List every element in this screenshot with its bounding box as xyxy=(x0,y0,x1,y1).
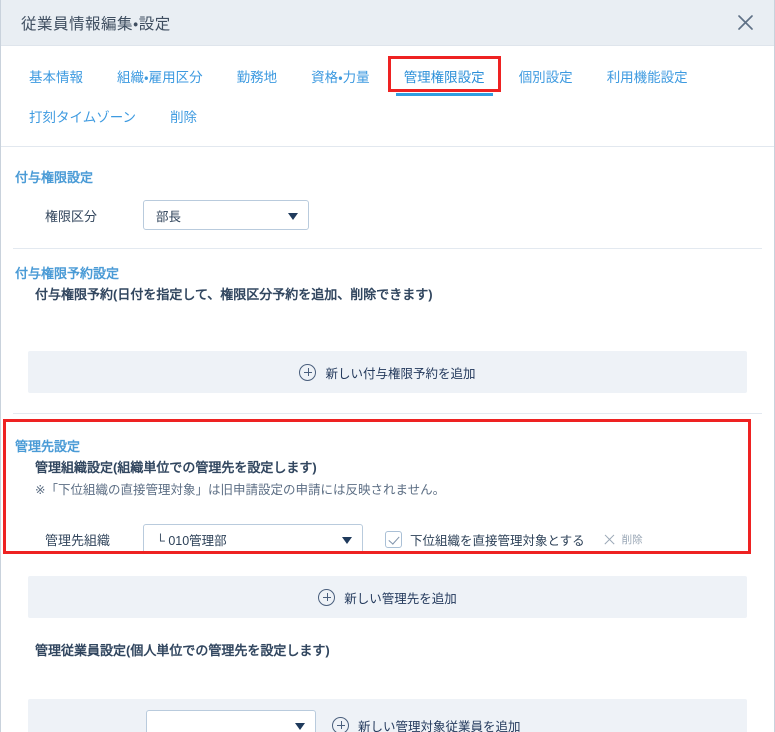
tab-label: 組織・雇用区分 xyxy=(117,70,203,85)
add-management-target-label: 新しい管理先を追加 xyxy=(344,591,457,606)
permission-category-row: 権限区分 部長 xyxy=(15,188,760,240)
management-org-note: ※「下位組織の直接管理対象」は旧申請設定の申請には反映されません。 xyxy=(35,483,446,497)
page-title: 従業員情報編集・設定 xyxy=(21,15,171,33)
check-icon xyxy=(385,530,402,548)
tab-organization-employment[interactable]: 組織・雇用区分 xyxy=(107,60,213,96)
close-x-icon xyxy=(603,533,616,546)
add-management-target-button[interactable]: 新しい管理先を追加 xyxy=(318,588,457,607)
plus-circle-icon xyxy=(299,363,317,381)
delete-management-org-button[interactable]: 削除 xyxy=(603,532,643,547)
tab-delete[interactable]: 削除 xyxy=(160,100,207,136)
management-employee-subtitle: 管理従業員設定(個人単位での管理先を設定します) xyxy=(35,643,330,658)
delete-management-org-label: 削除 xyxy=(621,533,643,546)
management-org-label: 管理先組織 xyxy=(45,532,111,548)
permission-category-label: 権限区分 xyxy=(45,208,98,224)
tab-row-secondary: 打刻タイムゾーン 削除 xyxy=(1,100,774,146)
tab-individual-settings[interactable]: 個別設定 xyxy=(509,60,583,96)
chevron-down-icon xyxy=(288,213,298,220)
management-target-heading: 管理先設定 xyxy=(15,439,81,454)
direct-manage-subordinate-label: 下位組織を直接管理対象とする xyxy=(410,533,585,548)
management-employee-select[interactable] xyxy=(146,710,316,732)
tab-label: 基本情報 xyxy=(29,70,83,85)
tab-punch-timezone[interactable]: 打刻タイムゾーン xyxy=(19,100,146,136)
tab-label: 資格・力量 xyxy=(311,70,370,85)
plus-circle-icon xyxy=(332,716,349,732)
tab-bar: 基本情報 組織・雇用区分 勤務地 資格・力量 管理権限設定 個別設定 利用機能設… xyxy=(1,46,774,147)
chevron-down-icon xyxy=(295,723,305,730)
add-management-employee-button[interactable]: 新しい管理対象従業員を追加 xyxy=(332,716,521,732)
chevron-down-icon xyxy=(342,537,352,544)
tab-label: 勤務地 xyxy=(236,70,278,85)
tab-label: 打刻タイムゾーン xyxy=(29,110,137,125)
add-management-employee-label: 新しい管理対象従業員を追加 xyxy=(358,719,521,732)
tab-label: 利用機能設定 xyxy=(606,70,688,85)
management-org-value: └ 010管理部 xyxy=(156,533,227,548)
tab-management-permission[interactable]: 管理権限設定 xyxy=(387,56,501,96)
management-org-select[interactable]: └ 010管理部 xyxy=(143,524,363,554)
employee-edit-modal: 従業員情報編集・設定 基本情報 組織・雇用区分 勤務地 資格・力量 管理権限設定 xyxy=(0,0,775,732)
grant-reservation-subtitle: 付与権限予約(日付を指定して、権限区分予約を追加、削除できます) xyxy=(35,287,433,302)
tab-label: 管理権限設定 xyxy=(403,70,485,85)
permission-category-value: 部長 xyxy=(156,209,182,224)
tab-qualifications[interactable]: 資格・力量 xyxy=(301,60,380,96)
management-target-section: 管理先設定 管理組織設定(組織単位での管理先を設定します) ※「下位組織の直接管… xyxy=(1,428,774,564)
modal-titlebar: 従業員情報編集・設定 xyxy=(1,0,774,46)
add-grant-reservation-button[interactable]: 新しい付与権限予約を追加 xyxy=(299,363,476,382)
close-icon[interactable] xyxy=(732,10,758,36)
tab-label: 削除 xyxy=(170,110,198,125)
tab-label: 個別設定 xyxy=(518,70,573,85)
plus-circle-icon xyxy=(318,588,336,606)
management-org-row: 管理先組織 └ 010管理部 下位組織を直接管理対象とする 削除 xyxy=(15,498,760,564)
tab-row-primary: 基本情報 組織・雇用区分 勤務地 資格・力量 管理権限設定 個別設定 利用機能設… xyxy=(1,56,774,96)
grant-reservation-heading: 付与権限予約設定 xyxy=(15,266,120,281)
management-employee-section: 管理従業員設定(個人単位での管理先を設定します) xyxy=(1,640,774,659)
tab-basic-info[interactable]: 基本情報 xyxy=(19,60,93,96)
grant-reservation-section: 付与権限予約設定 付与権限予約(日付を指定して、権限区分予約を追加、削除できます… xyxy=(1,263,774,303)
add-management-target-band[interactable]: 新しい管理先を追加 xyxy=(28,576,747,618)
tab-work-location[interactable]: 勤務地 xyxy=(227,60,288,96)
grant-permission-heading: 付与権限設定 xyxy=(15,170,94,185)
add-grant-reservation-band[interactable]: 新しい付与権限予約を追加 xyxy=(28,351,747,393)
direct-manage-subordinate-checkbox[interactable]: 下位組織を直接管理対象とする xyxy=(385,530,585,549)
add-management-employee-band[interactable]: 新しい管理対象従業員を追加 xyxy=(28,699,747,732)
grant-permission-section: 付与権限設定 権限区分 部長 xyxy=(1,167,774,240)
management-org-subtitle: 管理組織設定(組織単位での管理先を設定します) xyxy=(35,460,317,475)
tab-feature-settings[interactable]: 利用機能設定 xyxy=(597,60,698,96)
add-grant-reservation-label: 新しい付与権限予約を追加 xyxy=(325,366,476,381)
permission-category-select[interactable]: 部長 xyxy=(143,200,309,230)
